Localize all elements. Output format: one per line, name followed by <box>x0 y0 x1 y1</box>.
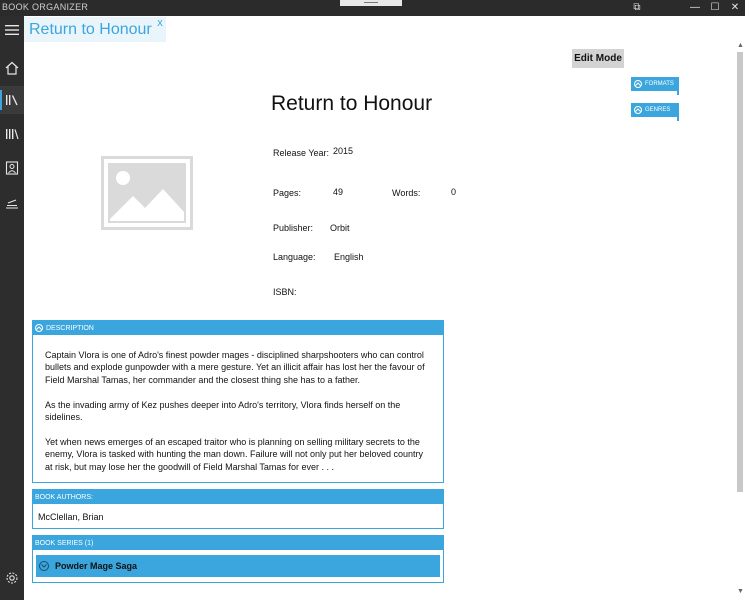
publisher-value[interactable]: Orbit <box>330 223 350 233</box>
chevron-down-icon <box>39 561 49 571</box>
description-header[interactable]: DESCRIPTION <box>33 321 443 335</box>
chevron-up-icon <box>35 324 43 332</box>
tab-return-to-honour[interactable]: Return to Honour x <box>24 17 166 42</box>
minimize-button[interactable]: — <box>688 1 702 15</box>
shelf-icon <box>6 199 18 209</box>
formats-label: FORMATS <box>645 81 674 87</box>
scroll-up-arrow-icon[interactable]: ▲ <box>737 42 744 50</box>
words-label: Words: <box>392 188 421 198</box>
description-paragraph: As the invading army of Kez pushes deepe… <box>45 399 401 423</box>
title-bar: BOOK ORGANIZER ⧉ — ☐ ✕ <box>0 0 745 16</box>
edit-mode-button[interactable]: Edit Mode <box>572 49 624 68</box>
home-icon <box>5 61 19 75</box>
chevron-up-icon <box>634 80 642 88</box>
genres-label: GENRES <box>645 107 671 113</box>
language-label: Language: <box>273 252 316 262</box>
publisher-label: Publisher: <box>273 223 314 233</box>
genres-panel-edge <box>677 117 679 121</box>
series-item-powder-mage-saga[interactable]: Powder Mage Saga <box>36 555 440 577</box>
authors-header: BOOK AUTHORS: <box>33 490 443 504</box>
gear-icon <box>6 572 18 584</box>
description-paragraph: Captain Vlora is one of Adro's finest po… <box>45 350 425 385</box>
series-section: BOOK SERIES (1) Powder Mage Saga <box>32 535 444 583</box>
cover-image-placeholder[interactable] <box>101 156 193 230</box>
nav-rail <box>0 16 24 600</box>
nav-authors[interactable] <box>0 154 24 182</box>
series-header: BOOK SERIES (1) <box>33 536 443 550</box>
app-title: BOOK ORGANIZER <box>2 2 89 12</box>
authors-section: BOOK AUTHORS: McClellan, Brian <box>32 489 444 529</box>
tab-close-button[interactable]: x <box>157 17 163 29</box>
compact-overlay-icon[interactable]: ⧉ <box>630 1 644 15</box>
chevron-up-icon <box>634 106 642 114</box>
formats-panel-edge <box>677 91 679 95</box>
description-text: Captain Vlora is one of Adro's finest po… <box>33 335 443 473</box>
maximize-button[interactable]: ☐ <box>708 1 722 15</box>
description-header-label: DESCRIPTION <box>46 324 94 332</box>
settings-button[interactable] <box>0 564 24 592</box>
image-placeholder-icon <box>104 159 190 227</box>
formats-expander[interactable]: FORMATS <box>631 77 679 91</box>
vertical-scrollbar[interactable] <box>737 52 743 492</box>
series-item-label: Powder Mage Saga <box>55 561 138 571</box>
scroll-down-arrow-icon[interactable]: ▼ <box>737 588 744 596</box>
words-value[interactable]: 0 <box>451 187 456 197</box>
author-icon <box>5 161 19 175</box>
description-paragraph: Yet when news emerges of an escaped trai… <box>45 436 424 472</box>
nav-shelf[interactable] <box>0 190 24 218</box>
book-title: Return to Honour <box>271 92 433 115</box>
menu-icon <box>5 25 19 35</box>
authors-header-label: BOOK AUTHORS: <box>35 493 93 501</box>
nav-library-alt[interactable] <box>0 120 24 148</box>
drag-handle[interactable] <box>340 0 402 6</box>
menu-button[interactable] <box>0 16 24 44</box>
nav-library[interactable] <box>0 86 24 114</box>
library-alt-icon <box>6 129 19 140</box>
nav-home[interactable] <box>0 54 24 82</box>
pages-label: Pages: <box>273 188 302 198</box>
isbn-label: ISBN: <box>273 287 297 297</box>
release-year-value[interactable]: 2015 <box>333 146 353 156</box>
library-icon <box>6 95 18 106</box>
genres-expander[interactable]: GENRES <box>631 103 679 117</box>
series-header-label: BOOK SERIES (1) <box>35 539 94 547</box>
pages-value[interactable]: 49 <box>333 187 343 197</box>
release-year-label: Release Year: <box>273 148 330 158</box>
tab-label: Return to Honour <box>29 21 152 38</box>
language-value[interactable]: English <box>334 252 364 262</box>
close-window-button[interactable]: ✕ <box>728 1 742 15</box>
author-name[interactable]: McClellan, Brian <box>33 504 443 530</box>
description-section: DESCRIPTION Captain Vlora is one of Adro… <box>32 320 444 483</box>
